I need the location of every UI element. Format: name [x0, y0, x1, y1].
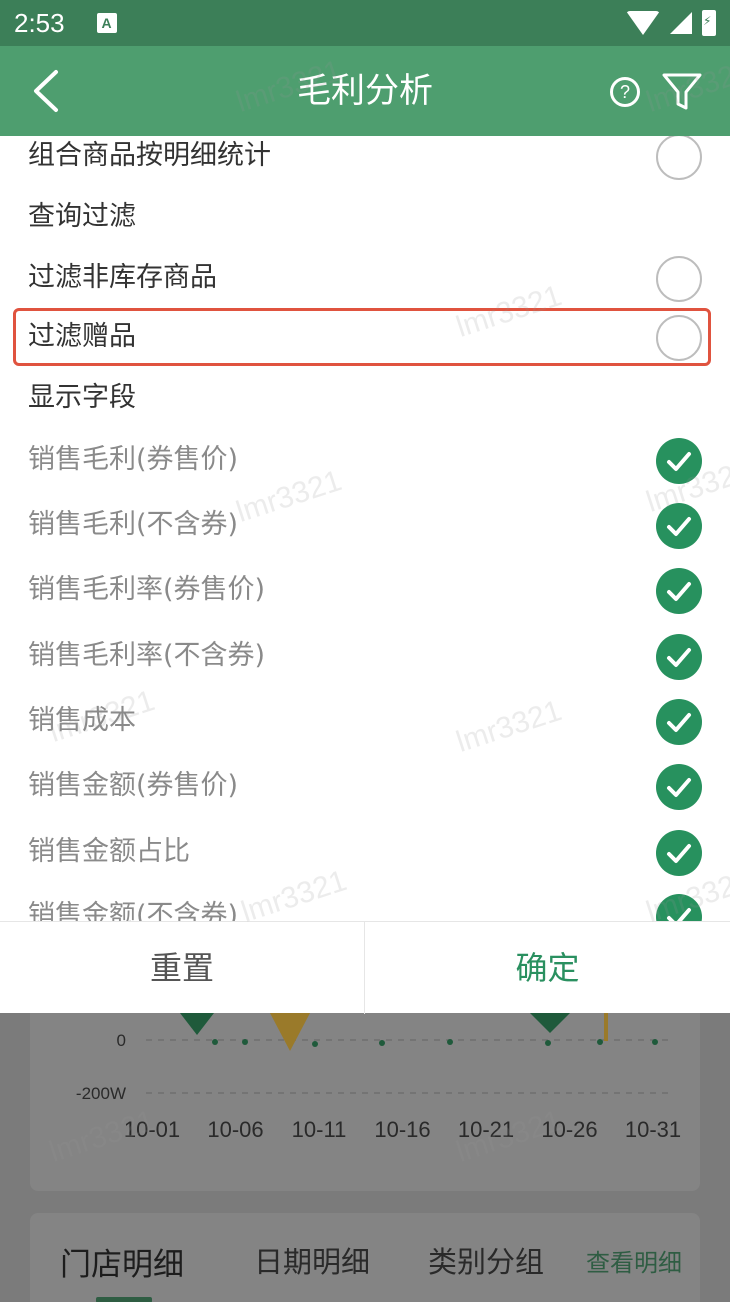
x-tick-label: 10-16: [374, 1117, 430, 1142]
option-label: 组合商品按明细统计: [28, 140, 271, 171]
detail-tabs-card: 门店明细 日期明细 类别分组 查看明细: [30, 1213, 700, 1302]
option-row-field-gross-profit-coupon[interactable]: 销售毛利(券售价): [0, 430, 730, 490]
panel-button-bar: 重置 确定: [0, 921, 730, 1014]
checkmark-icon[interactable]: [656, 568, 702, 614]
x-tick-label: 10-31: [625, 1117, 681, 1142]
app-notification-icon: A: [96, 13, 117, 33]
option-row-field-margin-rate-no-coupon[interactable]: 销售毛利率(不含券): [0, 626, 730, 686]
option-row-field-sales-amount-share[interactable]: 销售金额占比: [0, 822, 730, 882]
status-bar: 2:53 A: [0, 0, 730, 46]
y-tick-label: -200W: [76, 1084, 126, 1103]
series-marker: [270, 1013, 310, 1051]
chart-card: 0 -200W 10-01 10-06 10-11 10-16 10-21 10-26 10…: [30, 1013, 700, 1191]
section-heading: 查询过滤: [28, 201, 136, 232]
option-label: 销售金额(不含券): [28, 900, 239, 921]
option-row-field-gross-profit-no-coupon[interactable]: 销售毛利(不含券): [0, 495, 730, 555]
trend-chart: 0 -200W 10-01 10-06 10-11 10-16 10-21 10-26 10…: [76, 1013, 681, 1142]
wifi-icon: [626, 11, 660, 35]
tab-date-detail[interactable]: 日期明细: [254, 1239, 370, 1281]
option-label: 过滤非库存商品: [28, 262, 217, 293]
section-heading: 显示字段: [28, 382, 136, 413]
option-row-field-margin-rate-coupon[interactable]: 销售毛利率(券售价): [0, 560, 730, 620]
x-tick-label: 10-06: [207, 1117, 263, 1142]
background-page: 0 -200W 10-01 10-06 10-11 10-16 10-21 10-26 10…: [0, 1013, 730, 1302]
option-row-field-sales-amount-coupon[interactable]: 销售金额(券售价): [0, 756, 730, 816]
checkmark-icon[interactable]: [656, 764, 702, 810]
active-tab-indicator: [96, 1297, 152, 1302]
option-label: 销售毛利(券售价): [28, 444, 239, 475]
x-tick-label: 10-11: [292, 1117, 347, 1142]
x-tick-label: 10-21: [458, 1117, 514, 1142]
clock: 2:53: [14, 7, 65, 38]
help-icon[interactable]: ?: [610, 77, 640, 107]
filter-panel: 组合商品按明细统计 查询过滤 过滤非库存商品 过滤赠品 显示字段 销售毛利(券售价) 销售毛…: [0, 136, 730, 921]
checkmark-icon[interactable]: [656, 894, 702, 921]
option-label: 销售毛利(不含券): [28, 509, 239, 540]
battery-icon: [702, 10, 716, 36]
view-detail-link[interactable]: 查看明细: [586, 1243, 682, 1278]
checkmark-icon[interactable]: [656, 830, 702, 876]
filter-icon[interactable]: [660, 70, 704, 114]
radio-circle-icon[interactable]: [656, 136, 702, 180]
signal-icon: [670, 12, 692, 34]
checkmark-icon[interactable]: [656, 699, 702, 745]
checkmark-icon[interactable]: [656, 438, 702, 484]
app-header: 毛利分析 ?: [0, 46, 730, 136]
option-row-field-sales-amount-no-coupon[interactable]: 销售金额(不含券): [0, 886, 730, 921]
confirm-button[interactable]: 确定: [365, 922, 730, 1014]
reset-button[interactable]: 重置: [0, 922, 365, 1014]
option-label: 销售金额(券售价): [28, 770, 239, 801]
x-tick-label: 10-01: [124, 1117, 180, 1142]
series-marker: [180, 1013, 214, 1035]
option-row-combo-by-detail[interactable]: 组合商品按明细统计: [0, 136, 730, 186]
option-row-field-sales-cost[interactable]: 销售成本: [0, 691, 730, 751]
option-label: 销售毛利率(不含券): [28, 640, 266, 671]
section-section-query-filter: 查询过滤: [0, 187, 730, 247]
radio-circle-icon[interactable]: [656, 256, 702, 302]
option-row-filter-non-stock[interactable]: 过滤非库存商品: [0, 248, 730, 308]
checkmark-icon[interactable]: [656, 634, 702, 680]
series-marker: [530, 1013, 570, 1033]
option-label: 销售成本: [28, 705, 136, 736]
option-label: 销售毛利率(券售价): [28, 574, 266, 605]
section-section-display-fields: 显示字段: [0, 368, 730, 428]
checkmark-icon[interactable]: [656, 503, 702, 549]
highlight-box: [13, 308, 711, 366]
tab-store-detail[interactable]: 门店明细: [60, 1239, 184, 1284]
tab-category-group[interactable]: 类别分组: [428, 1239, 544, 1281]
option-label: 销售金额占比: [28, 836, 190, 867]
x-tick-label: 10-26: [541, 1117, 597, 1142]
y-tick-label: 0: [117, 1031, 126, 1050]
